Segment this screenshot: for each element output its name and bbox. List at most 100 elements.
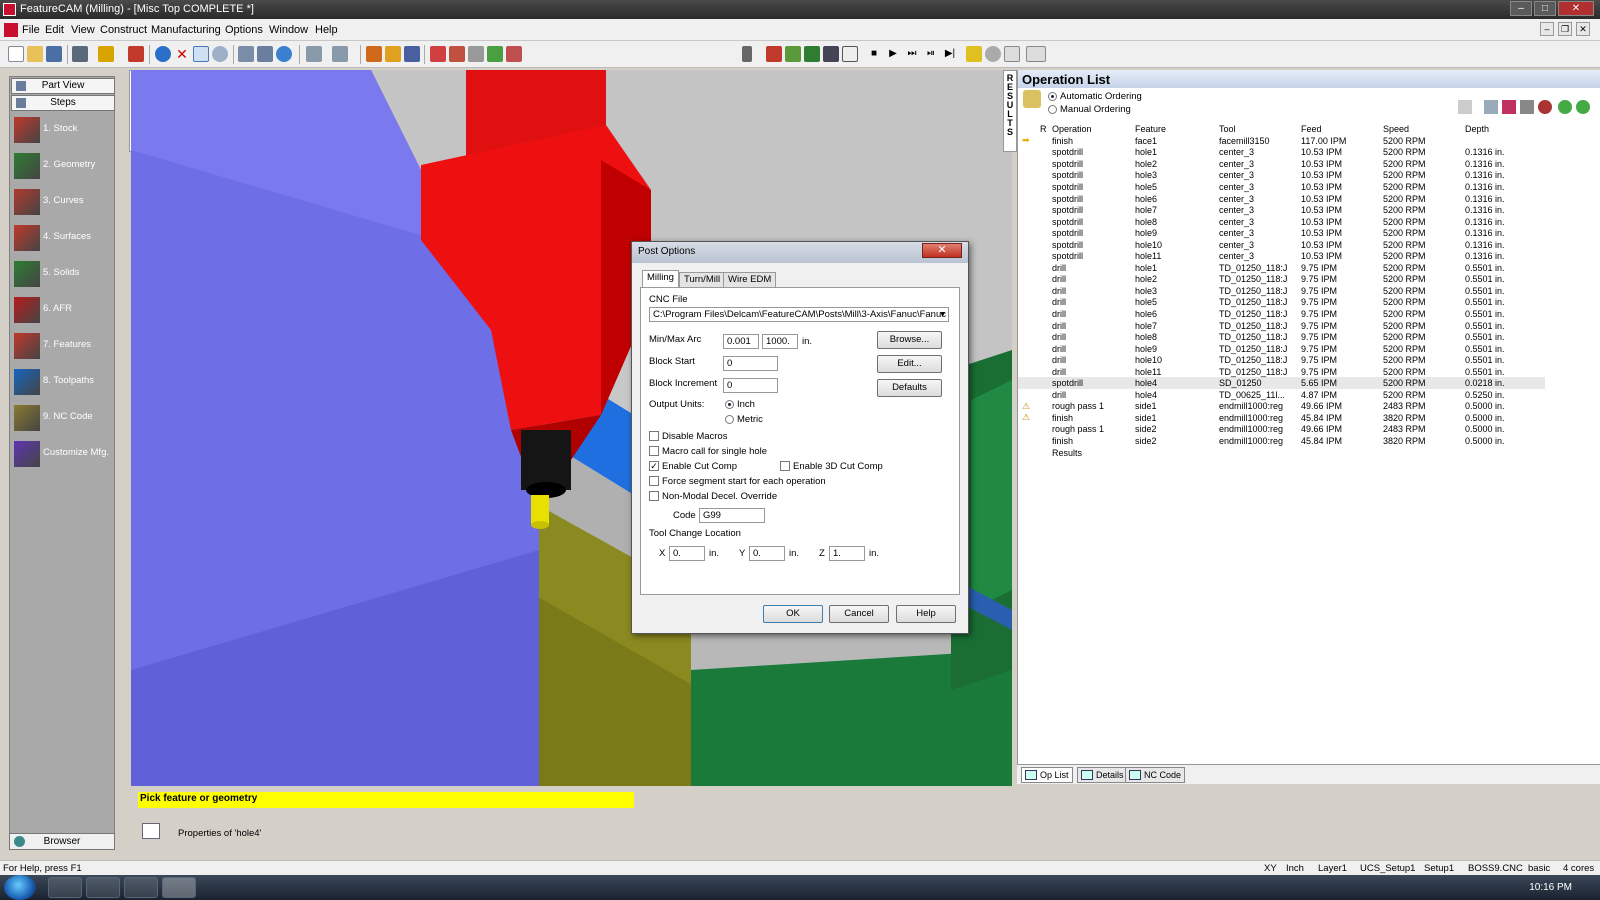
table-row[interactable]: spotdrill hole3 center_3 10.53 IPM 5200 RPM 0… <box>1018 170 1545 182</box>
inch-option[interactable]: Inch <box>725 399 755 410</box>
table-row[interactable]: drill hole11 TD_01250_118:J 9.75 IPM 5200 RP… <box>1018 366 1545 378</box>
enable-cut-comp-option[interactable]: ✓ Enable Cut Comp <box>649 461 737 472</box>
delete-icon[interactable]: ✕ <box>174 46 190 62</box>
sim-centerline-icon[interactable] <box>823 46 839 62</box>
clock[interactable]: 10:16 PM <box>1529 882 1572 893</box>
table-row[interactable]: finish side2 endmill1000:reg 45.84 IPM 3820 … <box>1018 435 1545 447</box>
enable-3d-cut-comp-option[interactable]: Enable 3D Cut Comp <box>780 461 883 472</box>
save-icon[interactable] <box>46 46 62 62</box>
table-row[interactable]: rough pass 1 side2 endmill1000:reg 49.66 IP… <box>1018 424 1545 436</box>
table-row[interactable]: drill hole9 TD_01250_118:J 9.75 IPM 5200 RPM… <box>1018 343 1545 355</box>
move-icon[interactable] <box>72 46 88 62</box>
graph-icon[interactable] <box>1004 46 1020 62</box>
column-header[interactable]: Feed <box>1301 122 1383 135</box>
tool-change-x-input[interactable]: 0. <box>669 546 705 561</box>
sim-step-icon[interactable] <box>842 46 858 62</box>
table-row[interactable]: spotdrill hole1 center_3 10.53 IPM 5200 RPM 0… <box>1018 147 1545 159</box>
sim-3d-icon[interactable] <box>785 46 801 62</box>
close-button[interactable]: ✕ <box>1558 1 1594 16</box>
macro-single-hole-option[interactable]: Macro call for single hole <box>649 446 767 457</box>
column-header[interactable]: Tool <box>1219 122 1301 135</box>
part-view-tab[interactable]: Part View <box>11 78 115 94</box>
speed-icon[interactable] <box>985 46 1001 62</box>
column-header[interactable]: R <box>1018 122 1052 135</box>
step-8[interactable]: 8. Toolpaths <box>12 365 112 399</box>
max-arc-input[interactable]: 1000. <box>762 334 798 349</box>
table-row[interactable]: spotdrill hole6 center_3 10.53 IPM 5200 RPM 0… <box>1018 193 1545 205</box>
step-9[interactable]: 9. NC Code <box>12 401 112 435</box>
step-forward-icon[interactable]: ⏯ <box>923 46 939 62</box>
mdi-restore-button[interactable]: ❐ <box>1558 22 1572 36</box>
table-row[interactable]: ⚠ finish side1 endmill1000:reg 45.84 IPM 3820… <box>1018 412 1545 424</box>
table-row[interactable]: drill hole10 TD_01250_118:J 9.75 IPM 5200 RP… <box>1018 354 1545 366</box>
tab-milling[interactable]: Milling <box>642 270 679 287</box>
dialog-close-button[interactable]: ✕ <box>922 243 962 258</box>
table-row[interactable]: spotdrill hole4 SD_01250 5.65 IPM 5200 RPM 0.… <box>1018 377 1545 390</box>
step-6[interactable]: 6. AFR <box>12 293 112 327</box>
menu-view[interactable]: View <box>71 24 95 36</box>
maximize-button[interactable]: □ <box>1534 1 1556 16</box>
non-modal-decel-checkbox[interactable] <box>649 491 659 502</box>
enable-cut-comp-checkbox[interactable]: ✓ <box>649 461 659 472</box>
metric-option[interactable]: Metric <box>725 414 763 425</box>
table-row[interactable]: drill hole1 TD_01250_118:J 9.75 IPM 5200 RPM… <box>1018 262 1545 274</box>
simulate-icon[interactable] <box>430 46 446 62</box>
menu-help[interactable]: Help <box>315 24 338 36</box>
manual-ordering-option[interactable]: Manual Ordering <box>1048 104 1131 115</box>
axis-icon[interactable] <box>306 46 322 62</box>
stop-icon[interactable]: ■ <box>866 46 882 62</box>
curve-icon[interactable] <box>366 46 382 62</box>
table-row[interactable]: spotdrill hole8 center_3 10.53 IPM 5200 RPM 0… <box>1018 216 1545 228</box>
slider-icon[interactable] <box>1026 46 1046 62</box>
compare-icon[interactable] <box>506 46 522 62</box>
step-4[interactable]: 4. Surfaces <box>12 221 112 255</box>
select-icon[interactable] <box>155 46 171 62</box>
table-row[interactable]: ⚠ rough pass 1 side1 endmill1000:reg 49.66 I… <box>1018 401 1545 413</box>
table-row[interactable]: spotdrill hole5 center_3 10.53 IPM 5200 RPM 0… <box>1018 181 1545 193</box>
tab-turn-mill[interactable]: Turn/Mill <box>679 272 726 287</box>
details-tab[interactable]: Details <box>1077 767 1128 783</box>
menu-options[interactable]: Options <box>225 24 263 36</box>
mdi-minimize-button[interactable]: – <box>1540 22 1554 36</box>
taskbar-chrome-icon[interactable] <box>48 877 82 898</box>
block-increment-input[interactable]: 0 <box>723 378 778 393</box>
metric-radio[interactable] <box>725 414 734 424</box>
tool-change-z-input[interactable]: 1. <box>829 546 865 561</box>
zoom-icon[interactable] <box>257 46 273 62</box>
column-header[interactable]: Feature <box>1135 122 1219 135</box>
table-row[interactable]: spotdrill hole11 center_3 10.53 IPM 5200 RPM… <box>1018 250 1545 262</box>
post-options-icon[interactable] <box>128 46 144 62</box>
table-row[interactable]: spotdrill hole9 center_3 10.53 IPM 5200 RPM 0… <box>1018 227 1545 239</box>
column-header[interactable]: Speed <box>1383 122 1465 135</box>
step-7[interactable]: 7. Features <box>12 329 112 363</box>
step-3[interactable]: 3. Curves <box>12 185 112 219</box>
column-header[interactable]: Depth <box>1465 122 1545 135</box>
automatic-ordering-option[interactable]: Automatic Ordering <box>1048 91 1142 102</box>
non-modal-decel-option[interactable]: Non-Modal Decel. Override <box>649 491 777 502</box>
start-button[interactable] <box>4 875 36 900</box>
toolpath-icon[interactable] <box>404 46 420 62</box>
enable-3d-cut-comp-checkbox[interactable] <box>780 461 790 472</box>
group-icon[interactable] <box>1484 100 1498 114</box>
table-row[interactable]: spotdrill hole10 center_3 10.53 IPM 5200 RPM… <box>1018 239 1545 251</box>
help-button[interactable]: Help <box>896 605 956 623</box>
export-icon[interactable] <box>487 46 503 62</box>
table-row[interactable]: drill hole6 TD_01250_118:J 9.75 IPM 5200 RPM… <box>1018 308 1545 320</box>
table-row[interactable]: Results <box>1018 447 1545 459</box>
taskbar-excel-icon[interactable] <box>86 877 120 898</box>
taskbar-featurecam-icon[interactable] <box>162 877 196 898</box>
table-row[interactable]: drill hole8 TD_01250_118:J 9.75 IPM 5200 RPM… <box>1018 331 1545 343</box>
steps-tab[interactable]: Steps <box>11 95 115 111</box>
help-icon[interactable] <box>276 46 292 62</box>
step-icon[interactable]: ▶| <box>942 46 958 62</box>
step-5[interactable]: 5. Solids <box>12 257 112 291</box>
highlight-icon[interactable] <box>966 46 982 62</box>
tool-change-y-input[interactable]: 0. <box>749 546 785 561</box>
fast-forward-icon[interactable]: ⏭ <box>904 46 920 62</box>
op-list-tab[interactable]: Op List <box>1021 767 1073 783</box>
force-segment-option[interactable]: Force segment start for each operation <box>649 476 826 487</box>
table-row[interactable]: drill hole4 TD_00625_11l... 4.87 IPM 5200 RP… <box>1018 389 1545 401</box>
min-arc-input[interactable]: 0.001 <box>723 334 759 349</box>
view-icon[interactable] <box>238 46 254 62</box>
table-row[interactable]: spotdrill hole7 center_3 10.53 IPM 5200 RPM 0… <box>1018 204 1545 216</box>
